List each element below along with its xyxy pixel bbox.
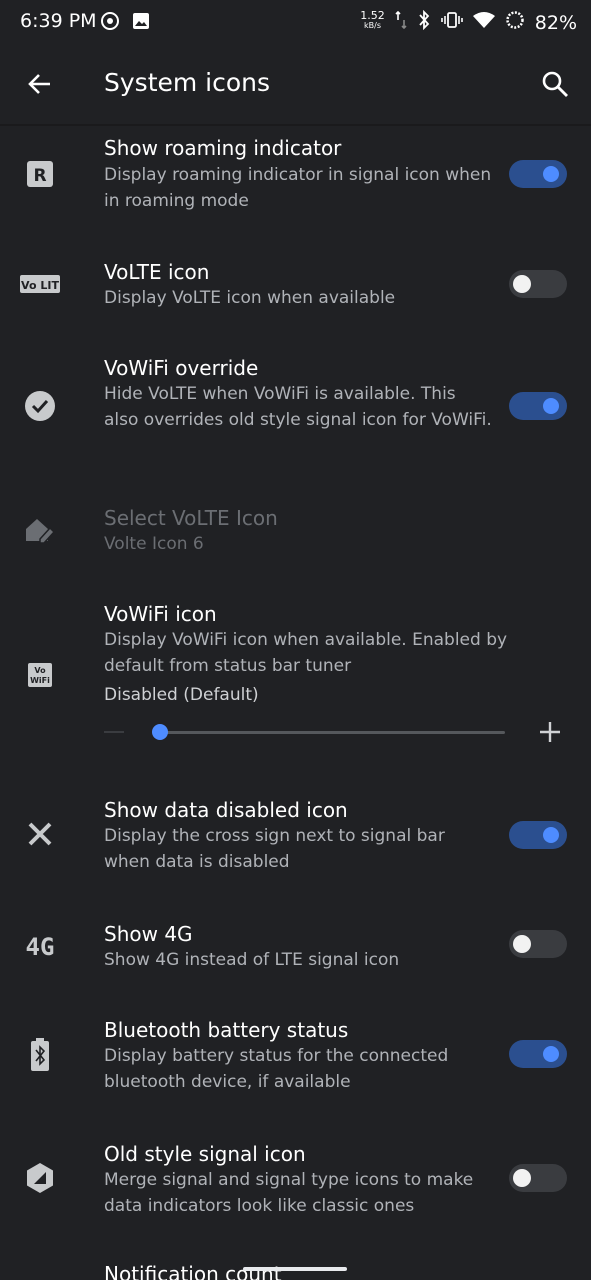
setting-subtitle: Display VoLTE icon when available: [104, 288, 396, 308]
vowifi-override-toggle[interactable]: [509, 392, 567, 420]
vibrate-icon: [440, 11, 463, 34]
vowifi-slider-thumb[interactable]: [152, 724, 168, 740]
wifi-icon: [472, 11, 495, 34]
setting-subtitle: Display the cross sign next to signal ba…: [104, 826, 445, 872]
setting-title: Old style signal icon: [104, 1142, 306, 1166]
setting-subtitle: Display VoWiFi icon when available. Enab…: [104, 630, 508, 676]
edit-home-icon: [20, 510, 60, 550]
setting-title: Notification count: [104, 1262, 282, 1280]
setting-select-volte-icon[interactable]: Select VoLTE Icon Volte Icon 6: [0, 496, 591, 572]
setting-bluetooth-battery-status[interactable]: Bluetooth battery status Display battery…: [0, 1008, 591, 1112]
show-4g-toggle[interactable]: [509, 930, 567, 958]
battery-percent: 82%: [534, 11, 577, 34]
setting-title: Show roaming indicator: [104, 136, 342, 160]
roaming-icon: R: [20, 154, 60, 194]
app-bar: System icons: [0, 44, 591, 124]
svg-text:R: R: [33, 166, 46, 186]
signal-hexagon-icon: [20, 1158, 60, 1198]
back-arrow-icon[interactable]: [26, 70, 54, 98]
setting-subtitle: Display roaming indicator in signal icon…: [104, 165, 492, 211]
media-notification-icon: [100, 11, 120, 36]
setting-notification-count[interactable]: Notification count: [0, 1252, 591, 1280]
data-disabled-icon-toggle[interactable]: [509, 821, 567, 849]
svg-text:WiFi: WiFi: [30, 676, 50, 685]
volte-icon-toggle[interactable]: [509, 270, 567, 298]
setting-volte-icon[interactable]: Vo LIT VoLTE icon Display VoLTE icon whe…: [0, 250, 591, 322]
setting-subtitle: Merge signal and signal type icons to ma…: [104, 1170, 474, 1216]
setting-title: VoWiFi icon: [104, 602, 217, 626]
bluetooth-icon: [417, 9, 431, 35]
setting-vowifi-icon[interactable]: Vo WiFi VoWiFi icon Display VoWiFi icon w…: [0, 592, 591, 762]
setting-subtitle: Show 4G instead of LTE signal icon: [104, 950, 400, 970]
bluetooth-battery-icon: [20, 1035, 60, 1075]
setting-value: Disabled (Default): [104, 685, 259, 705]
setting-title: Bluetooth battery status: [104, 1018, 349, 1042]
setting-old-style-signal-icon[interactable]: Old style signal icon Merge signal and s…: [0, 1132, 591, 1236]
bluetooth-battery-toggle[interactable]: [509, 1040, 567, 1068]
setting-subtitle: Volte Icon 6: [104, 534, 204, 554]
setting-title: VoWiFi override: [104, 356, 259, 380]
volte-icon: Vo LIT: [20, 264, 60, 304]
setting-show-roaming-indicator[interactable]: R Show roaming indicator Display roaming…: [0, 126, 591, 230]
page-title: System icons: [104, 68, 271, 97]
old-style-signal-toggle[interactable]: [509, 1164, 567, 1192]
data-arrows-icon: [395, 10, 407, 35]
svg-text:Vo LIT: Vo LIT: [21, 279, 59, 292]
close-cross-icon: [20, 814, 60, 854]
setting-show-data-disabled-icon[interactable]: Show data disabled icon Display the cros…: [0, 788, 591, 892]
setting-title: VoLTE icon: [104, 260, 210, 284]
status-bar: 6:39 PM 1.52 kB/s 82%: [0, 0, 591, 44]
svg-text:Vo: Vo: [34, 666, 46, 675]
plus-icon[interactable]: [538, 719, 562, 745]
network-speed: 1.52 kB/s: [360, 8, 385, 30]
setting-vowifi-override[interactable]: VoWiFi override Hide VoLTE when VoWiFi i…: [0, 346, 591, 466]
4g-icon: 4G: [20, 926, 60, 966]
svg-text:4G: 4G: [26, 933, 55, 959]
roaming-indicator-toggle[interactable]: [509, 160, 567, 188]
image-notification-icon: [132, 12, 150, 35]
setting-title: Select VoLTE Icon: [104, 506, 278, 530]
setting-title: Show 4G: [104, 922, 193, 946]
vowifi-slider-track[interactable]: [160, 731, 505, 734]
gesture-nav-bar[interactable]: [243, 1267, 347, 1271]
slider-minus-icon[interactable]: [104, 731, 124, 733]
search-icon[interactable]: [541, 70, 569, 98]
setting-subtitle: Hide VoLTE when VoWiFi is available. Thi…: [104, 384, 492, 430]
setting-show-4g[interactable]: 4G Show 4G Show 4G instead of LTE signal…: [0, 912, 591, 984]
setting-subtitle: Display battery status for the connected…: [104, 1046, 449, 1092]
vowifi-icon: Vo WiFi: [20, 655, 60, 695]
status-time: 6:39 PM: [20, 10, 97, 32]
check-circle-icon: [20, 386, 60, 426]
setting-title: Show data disabled icon: [104, 798, 348, 822]
battery-circle-icon: [505, 10, 525, 35]
